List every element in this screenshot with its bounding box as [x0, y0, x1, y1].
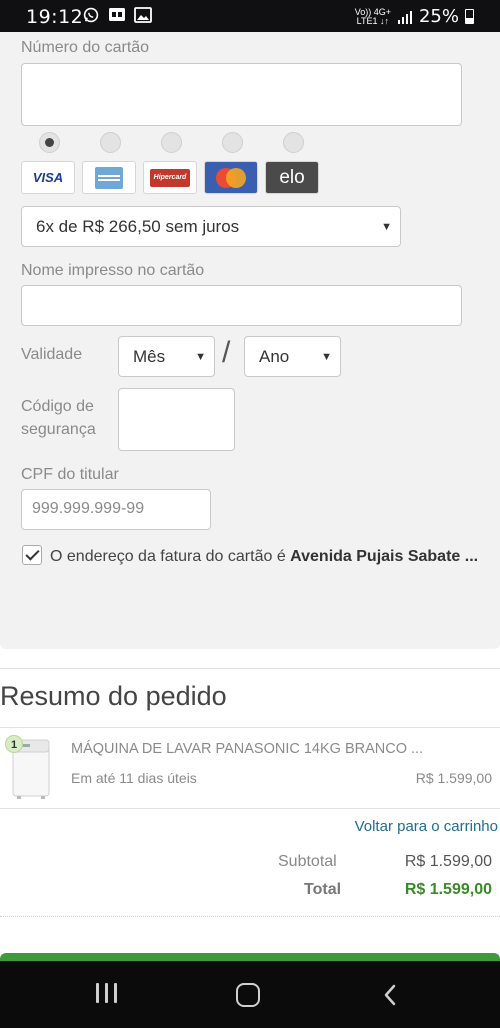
divider [0, 727, 500, 728]
mastercard-icon [216, 167, 246, 188]
brand-radio-amex[interactable] [100, 132, 121, 153]
installments-select[interactable]: 6x de R$ 266,50 sem juros ▼ [21, 206, 401, 247]
amex-icon [95, 166, 123, 189]
total-label: Total [304, 881, 342, 898]
product-shipping: Em até 11 dias úteis [71, 770, 197, 786]
cpf-label: CPF do titular [21, 466, 119, 483]
whatsapp-icon [83, 7, 99, 23]
subtotal-label: Subtotal [278, 853, 337, 870]
brand-radio-mastercard[interactable] [222, 132, 243, 153]
billing-address-text: O endereço da fatura do cartão é Avenida… [21, 543, 481, 570]
year-select[interactable]: Ano ▼ [244, 336, 341, 377]
billing-address-prefix: O endereço da fatura do cartão é [50, 548, 291, 565]
status-time: 19:12 [26, 6, 84, 28]
quantity-badge: 1 [5, 735, 23, 753]
gallery-icon [109, 8, 125, 21]
installments-value: 6x de R$ 266,50 sem juros [36, 217, 240, 236]
name-label: Nome impresso no cartão [21, 262, 205, 279]
cvv-label-line1: Código de [21, 398, 94, 415]
network-bottom-text: LTE1 ↓↑ [356, 15, 390, 26]
card-name-input[interactable] [21, 285, 462, 326]
home-icon[interactable] [236, 983, 260, 1007]
cpf-placeholder: 999.999.999-99 [32, 500, 145, 517]
image-icon [134, 7, 152, 23]
back-icon[interactable] [380, 983, 402, 1007]
signal-icon [397, 10, 412, 24]
month-select[interactable]: Mês ▼ [118, 336, 215, 377]
cvv-label-line2: segurança [21, 421, 96, 438]
brand-radio-elo[interactable] [283, 132, 304, 153]
hipercard-logo[interactable]: Hipercard [143, 161, 197, 194]
year-value: Ano [259, 347, 290, 366]
card-number-input[interactable] [21, 63, 462, 126]
battery-icon [465, 9, 474, 24]
cvv-input[interactable] [118, 388, 235, 451]
battery-percent: 25% [418, 6, 459, 27]
expiry-separator: / [222, 336, 231, 369]
status-bar: 19:12 Vo)) 4G+ LTE1 ↓↑ 25% [0, 0, 500, 32]
visa-logo[interactable]: VISA [21, 161, 75, 194]
total-value: R$ 1.599,00 [404, 881, 492, 898]
brand-radio-hipercard[interactable] [161, 132, 182, 153]
divider [0, 668, 500, 669]
expiry-label: Validade [21, 346, 83, 363]
cpf-input[interactable]: 999.999.999-99 [21, 489, 211, 530]
navigation-bar [0, 961, 500, 1028]
cvv-label: Código de segurança [21, 395, 96, 441]
elo-logo[interactable]: elo [265, 161, 319, 194]
summary-title: Resumo do pedido [0, 681, 227, 711]
divider [0, 808, 500, 809]
chevron-down-icon: ▼ [195, 351, 206, 363]
back-to-cart-link[interactable]: Voltar para o carrinho [355, 818, 498, 835]
recents-icon[interactable] [96, 983, 117, 1003]
elo-logo-text: elo [279, 166, 305, 188]
visa-logo-text: VISA [32, 170, 64, 185]
chevron-down-icon: ▼ [321, 351, 332, 363]
hipercard-icon: Hipercard [150, 168, 190, 187]
product-price: R$ 1.599,00 [415, 770, 492, 786]
brand-radio-visa[interactable] [39, 132, 60, 153]
card-number-label: Número do cartão [21, 39, 150, 56]
month-value: Mês [133, 347, 166, 366]
product-name: MÁQUINA DE LAVAR PANASONIC 14KG BRANCO .… [71, 741, 424, 757]
amex-logo[interactable] [82, 161, 136, 194]
mastercard-logo[interactable] [204, 161, 258, 194]
billing-address-street: Avenida Pujais Sabate ... [290, 548, 479, 565]
subtotal-value: R$ 1.599,00 [404, 853, 492, 870]
network-indicator: Vo)) 4G+ LTE1 ↓↑ [355, 7, 391, 26]
chevron-down-icon: ▼ [381, 221, 392, 233]
divider [0, 916, 500, 917]
